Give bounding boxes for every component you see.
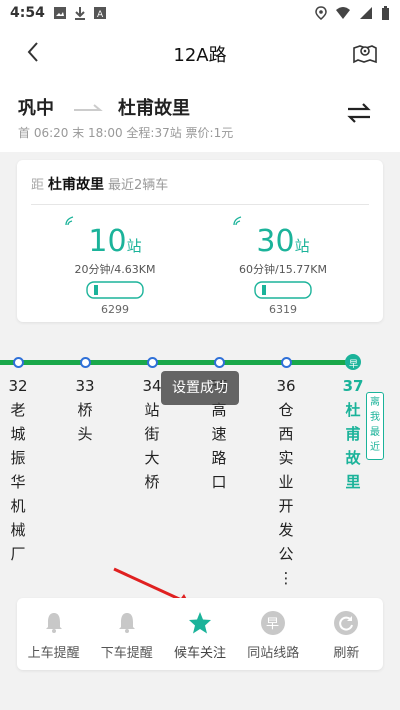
station-dot — [214, 357, 225, 368]
battery-icon — [382, 5, 389, 20]
bus-eta-2[interactable]: 30站 60分钟/15.77KM 6319 — [213, 216, 353, 316]
station-name: 32 老 城 振 华 机 械 厂 — [8, 377, 28, 563]
refresh-icon — [334, 611, 359, 635]
station-dot — [281, 357, 292, 368]
bottom-toolbar: 上车提醒 下车提醒 候车关注 早 同站线路 刷新 — [17, 598, 383, 670]
nearest-buses: 最近2辆车 — [108, 178, 169, 193]
header-bar: 12A路 — [0, 26, 400, 82]
notification-icons: A — [53, 6, 107, 20]
bus-stops-unit: 站 — [126, 237, 142, 255]
location-icon — [315, 6, 327, 20]
station-dot — [80, 357, 91, 368]
bell-icon — [118, 613, 135, 633]
signal-icon — [233, 216, 242, 226]
route-from: 巩中 — [18, 98, 54, 119]
svg-text:A: A — [97, 10, 104, 20]
bus-detail: 20分钟/4.63KM — [74, 263, 156, 276]
badge-text: 早 — [349, 360, 359, 370]
page-title: 12A路 — [173, 45, 227, 66]
bus-detail: 60分钟/15.77KM — [239, 263, 327, 276]
arrival-card: 距杜甫故里 最近2辆车 10站 20分钟/4.63KM 6299 30站 60分钟… — [17, 160, 383, 322]
bus-icon — [254, 281, 312, 299]
bus-icon — [86, 281, 144, 299]
near-me-tag: 离 我 最 近 — [366, 392, 384, 460]
station-dot — [13, 357, 24, 368]
bell-icon — [45, 613, 62, 633]
tool-label: 刷新 — [333, 646, 360, 661]
route-track — [0, 360, 353, 365]
route-schedule: 首 06:20 末 18:00 全程:37站 票价:1元 — [18, 126, 234, 140]
tool-label: 候车关注 — [174, 646, 227, 661]
status-time: 4:54 — [10, 5, 45, 21]
tool-label: 下车提醒 — [100, 646, 153, 661]
station-dot — [147, 357, 158, 368]
board-reminder-button[interactable]: 上车提醒 — [17, 598, 90, 670]
toast-message: 设置成功 — [161, 371, 239, 405]
bus-eta-1[interactable]: 10站 20分钟/4.63KM 6299 — [45, 216, 185, 316]
bus-stops-unit: 站 — [294, 237, 310, 255]
bus-plate: 6319 — [269, 303, 297, 316]
download-icon — [74, 7, 85, 20]
a-icon: A — [93, 7, 106, 20]
arrival-destination: 杜甫故里 — [48, 177, 105, 193]
direction-arrow-icon — [74, 104, 103, 111]
tool-label: 上车提醒 — [27, 646, 80, 661]
refresh-button[interactable]: 刷新 — [310, 598, 383, 670]
swap-direction-icon[interactable] — [346, 102, 372, 124]
star-icon — [189, 612, 211, 634]
bus-stops-count: 10 — [88, 224, 127, 259]
map-icon[interactable] — [352, 40, 378, 66]
divider — [31, 204, 369, 205]
distance-prefix: 距 — [31, 178, 45, 193]
station-name: 37 杜 甫 故 里 — [342, 377, 364, 491]
route-info: 巩中 杜甫故里 首 06:20 末 18:00 全程:37站 票价:1元 — [0, 82, 400, 152]
back-icon[interactable] — [22, 40, 46, 64]
status-bar: 4:54 A — [0, 0, 400, 26]
morning-bus-badge-icon: 早 — [345, 354, 361, 370]
svg-text:早: 早 — [266, 617, 279, 632]
same-station-icon: 早 — [261, 611, 286, 635]
tool-label: 同站线路 — [247, 646, 300, 661]
arrival-header: 距杜甫故里 最近2辆车 — [31, 174, 168, 194]
station-name: 33 桥 头 — [75, 377, 95, 443]
alight-reminder-button[interactable]: 下车提醒 — [90, 598, 163, 670]
watch-wait-button[interactable]: 候车关注 — [163, 598, 236, 670]
image-icon — [53, 7, 66, 19]
wifi-icon — [336, 7, 350, 19]
route-to: 杜甫故里 — [118, 98, 190, 119]
bus-stops-count: 30 — [256, 224, 295, 259]
station-name: 36 仓 西 实 业 开 发 公 ⋮ — [276, 377, 296, 587]
bus-plate: 6299 — [101, 303, 129, 316]
signal-icon — [65, 216, 74, 226]
signal-icon — [360, 7, 372, 19]
same-station-lines-button[interactable]: 早 同站线路 — [237, 598, 310, 670]
